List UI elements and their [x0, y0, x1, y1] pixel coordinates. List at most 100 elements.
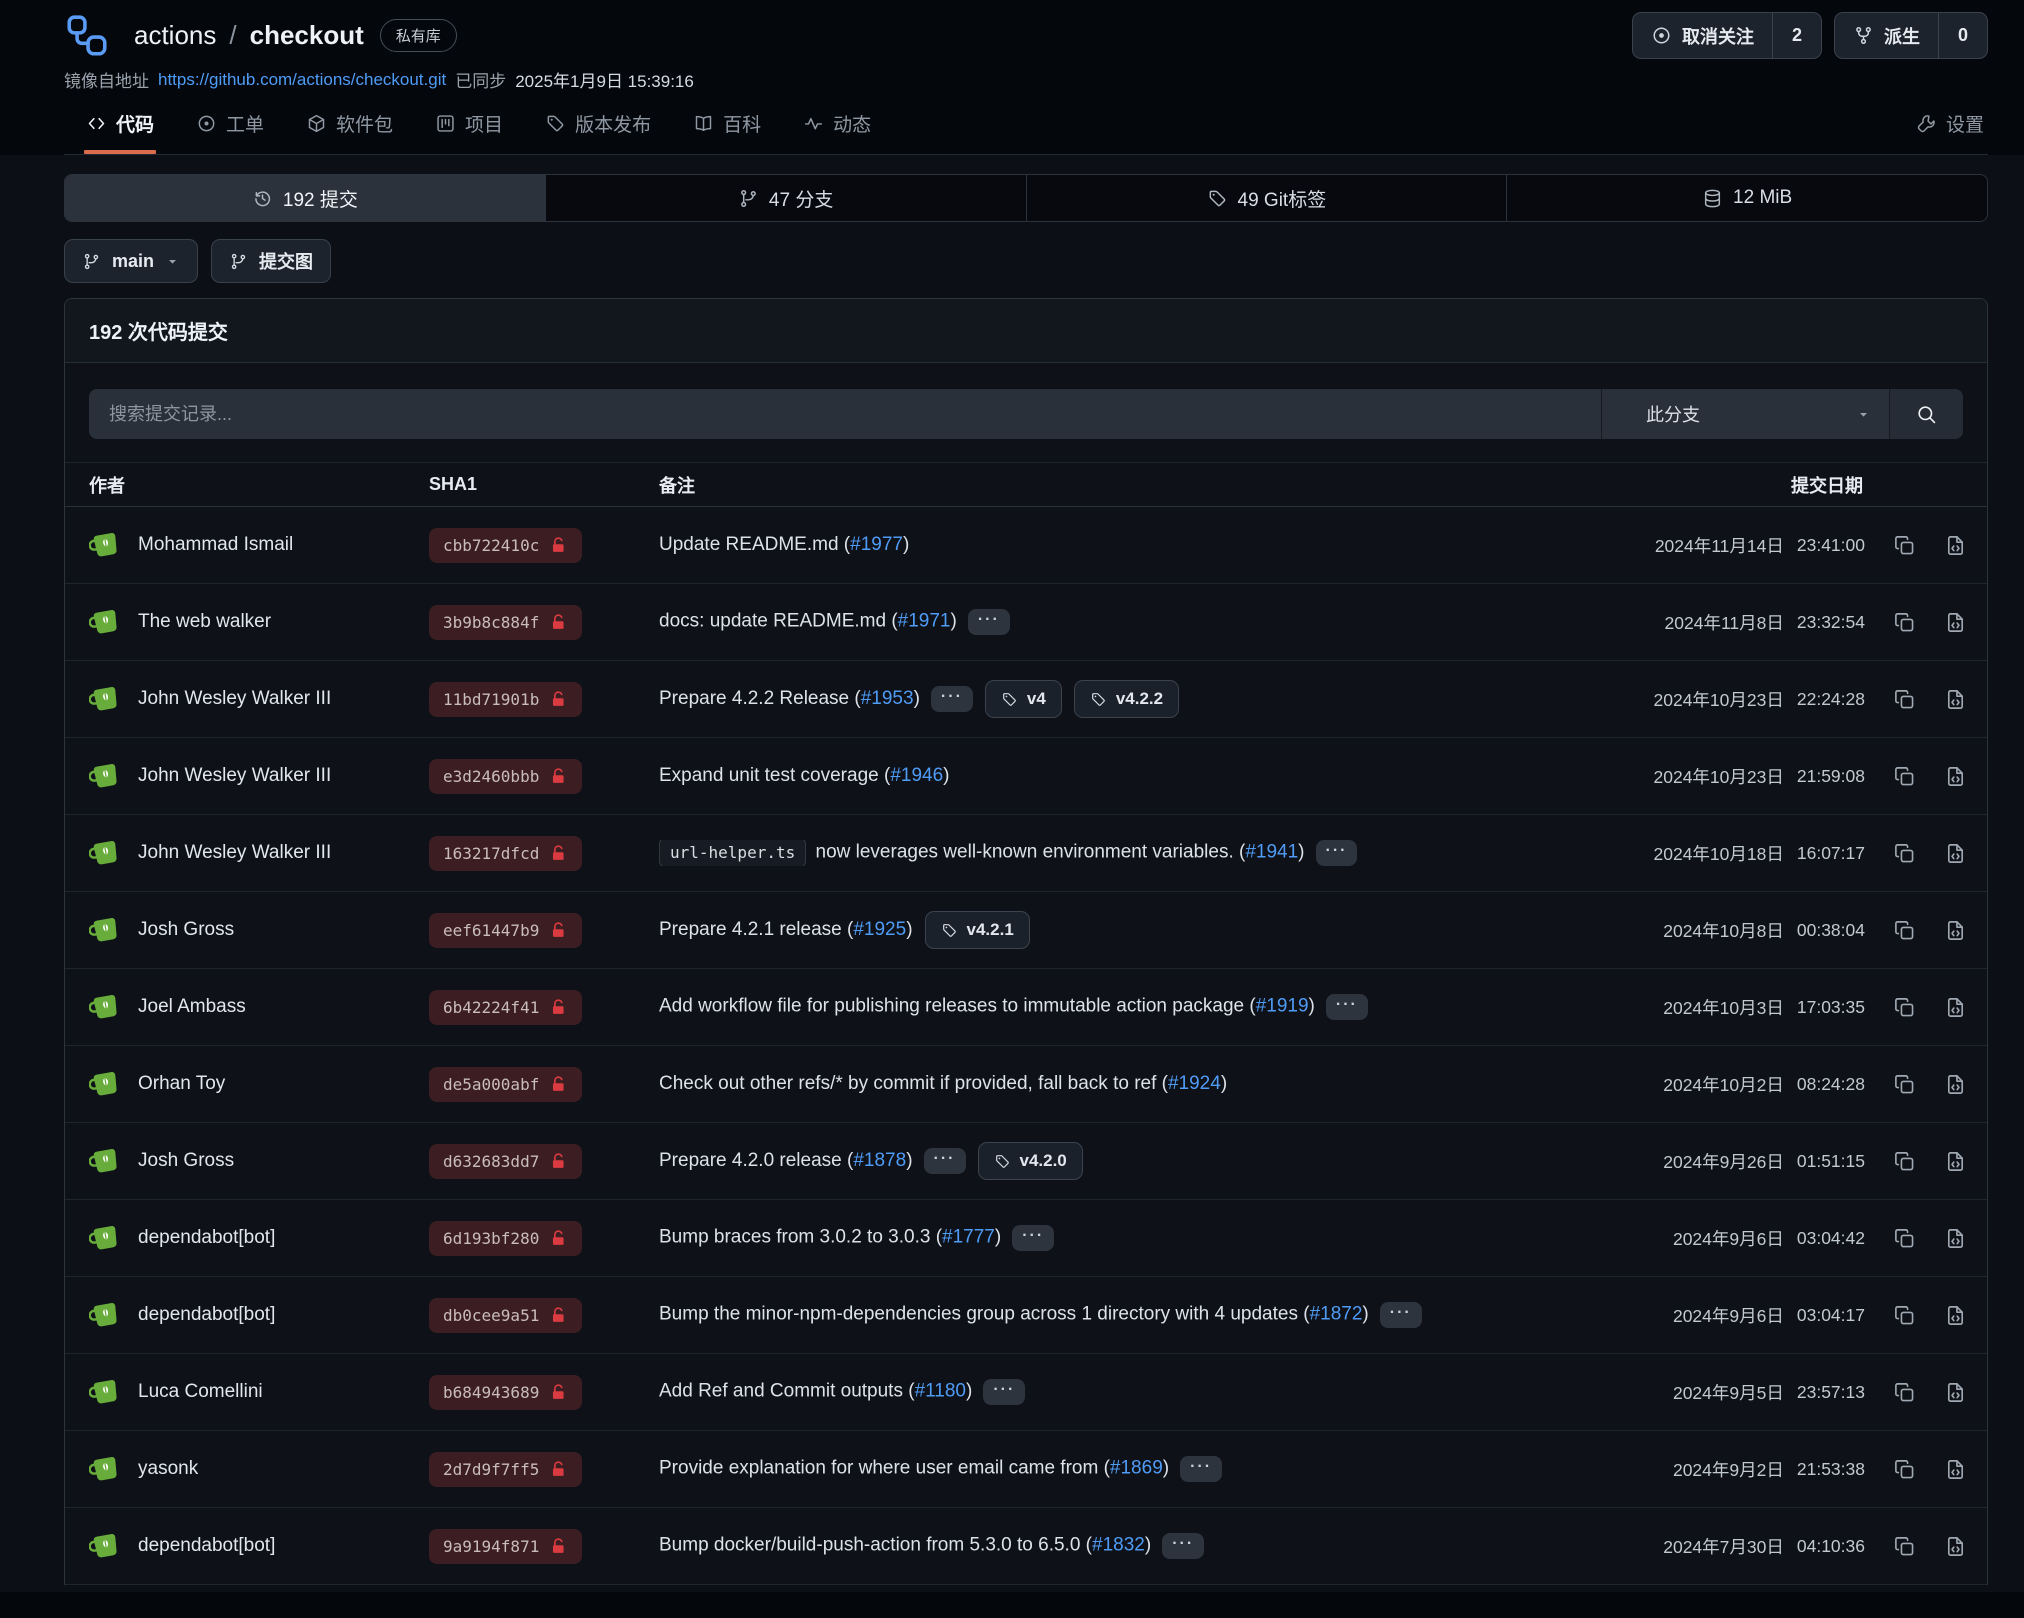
commit-graph-button[interactable]: 提交图	[211, 239, 331, 283]
fork-button[interactable]: 派生 0	[1834, 12, 1988, 59]
copy-sha-button[interactable]	[1893, 688, 1916, 711]
copy-sha-button[interactable]	[1893, 1535, 1916, 1558]
commit-author-name[interactable]: Mohammad Ismail	[138, 534, 293, 556]
pr-link[interactable]: #1953	[861, 688, 914, 709]
stat-segment[interactable]: 192 提交	[65, 175, 546, 221]
copy-sha-button[interactable]	[1893, 611, 1916, 634]
tab-百科[interactable]: 百科	[691, 96, 763, 154]
tab-settings[interactable]: 设置	[1914, 96, 1986, 154]
tab-项目[interactable]: 项目	[433, 96, 505, 154]
commit-author-name[interactable]: Joel Ambass	[138, 996, 246, 1018]
unwatch-button[interactable]: 取消关注 2	[1632, 12, 1822, 59]
commit-author-name[interactable]: Josh Gross	[138, 1150, 234, 1172]
copy-sha-button[interactable]	[1893, 765, 1916, 788]
browse-source-button[interactable]	[1944, 765, 1967, 788]
commit-author-name[interactable]: dependabot[bot]	[138, 1304, 275, 1326]
repo-owner-link[interactable]: actions	[134, 20, 216, 51]
copy-sha-button[interactable]	[1893, 842, 1916, 865]
tag-badge[interactable]: v4.2.2	[1074, 680, 1179, 718]
pr-link[interactable]: #1869	[1110, 1458, 1163, 1479]
commit-sha-link[interactable]: 3b9b8c884f	[429, 605, 582, 640]
commit-sha-link[interactable]: de5a000abf	[429, 1067, 582, 1102]
commit-author-name[interactable]: dependabot[bot]	[138, 1227, 275, 1249]
avatar[interactable]	[89, 836, 123, 870]
browse-source-button[interactable]	[1944, 688, 1967, 711]
commit-author-name[interactable]: Orhan Toy	[138, 1073, 225, 1095]
pr-link[interactable]: #1919	[1256, 996, 1309, 1017]
commit-sha-link[interactable]: cbb722410c	[429, 528, 582, 563]
browse-source-button[interactable]	[1944, 1150, 1967, 1173]
tab-动态[interactable]: 动态	[801, 96, 873, 154]
tag-badge[interactable]: v4.2.1	[925, 911, 1030, 949]
search-button[interactable]	[1889, 389, 1963, 439]
commit-author-name[interactable]: John Wesley Walker III	[138, 688, 331, 710]
stat-segment[interactable]: 12 MiB	[1507, 175, 1987, 221]
expand-message-button[interactable]: ···	[924, 1148, 966, 1173]
tab-工单[interactable]: 工单	[194, 96, 266, 154]
stat-segment[interactable]: 47 分支	[546, 175, 1027, 221]
commit-author-name[interactable]: John Wesley Walker III	[138, 842, 331, 864]
pr-link[interactable]: #1832	[1092, 1535, 1145, 1556]
commit-sha-link[interactable]: 11bd71901b	[429, 682, 582, 717]
commit-author-name[interactable]: John Wesley Walker III	[138, 765, 331, 787]
branch-filter-dropdown[interactable]: 此分支	[1601, 389, 1889, 439]
tab-代码[interactable]: 代码	[84, 96, 156, 154]
browse-source-button[interactable]	[1944, 996, 1967, 1019]
commit-sha-link[interactable]: 9a9194f871	[429, 1529, 582, 1564]
copy-sha-button[interactable]	[1893, 534, 1916, 557]
browse-source-button[interactable]	[1944, 1073, 1967, 1096]
browse-source-button[interactable]	[1944, 1304, 1967, 1327]
commit-author-name[interactable]: Josh Gross	[138, 919, 234, 941]
stat-segment[interactable]: 49 Git标签	[1027, 175, 1508, 221]
commit-sha-link[interactable]: d632683dd7	[429, 1144, 582, 1179]
tab-软件包[interactable]: 软件包	[304, 96, 395, 154]
commit-author-name[interactable]: The web walker	[138, 611, 271, 633]
tag-badge[interactable]: v4	[985, 680, 1062, 718]
copy-sha-button[interactable]	[1893, 1381, 1916, 1404]
avatar[interactable]	[89, 1298, 123, 1332]
pr-link[interactable]: #1924	[1168, 1073, 1221, 1094]
pr-link[interactable]: #1946	[890, 765, 943, 786]
tag-badge[interactable]: v4.2.0	[978, 1142, 1083, 1180]
commit-author-name[interactable]: Luca Comellini	[138, 1381, 263, 1403]
pr-link[interactable]: #1878	[853, 1150, 906, 1171]
commit-sha-link[interactable]: e3d2460bbb	[429, 759, 582, 794]
browse-source-button[interactable]	[1944, 919, 1967, 942]
avatar[interactable]	[89, 913, 123, 947]
copy-sha-button[interactable]	[1893, 996, 1916, 1019]
expand-message-button[interactable]: ···	[968, 609, 1010, 634]
search-commits-input[interactable]	[89, 389, 1601, 439]
browse-source-button[interactable]	[1944, 611, 1967, 634]
repo-name-link[interactable]: checkout	[250, 20, 364, 51]
forks-count[interactable]: 0	[1938, 13, 1987, 58]
pr-link[interactable]: #1977	[850, 534, 903, 555]
tab-版本发布[interactable]: 版本发布	[543, 96, 653, 154]
expand-message-button[interactable]: ···	[1316, 840, 1358, 865]
avatar[interactable]	[89, 1375, 123, 1409]
branch-selector[interactable]: main	[64, 239, 198, 283]
commit-sha-link[interactable]: eef61447b9	[429, 913, 582, 948]
expand-message-button[interactable]: ···	[931, 686, 973, 711]
pr-link[interactable]: #1180	[915, 1381, 966, 1402]
avatar[interactable]	[89, 1452, 123, 1486]
pr-link[interactable]: #1777	[942, 1227, 995, 1248]
expand-message-button[interactable]: ···	[983, 1379, 1025, 1404]
browse-source-button[interactable]	[1944, 1227, 1967, 1250]
commit-sha-link[interactable]: 2d7d9f7ff5	[429, 1452, 582, 1487]
avatar[interactable]	[89, 1529, 123, 1563]
browse-source-button[interactable]	[1944, 1458, 1967, 1481]
copy-sha-button[interactable]	[1893, 1304, 1916, 1327]
browse-source-button[interactable]	[1944, 534, 1967, 557]
copy-sha-button[interactable]	[1893, 1458, 1916, 1481]
copy-sha-button[interactable]	[1893, 1227, 1916, 1250]
expand-message-button[interactable]: ···	[1380, 1302, 1422, 1327]
avatar[interactable]	[89, 682, 123, 716]
avatar[interactable]	[89, 605, 123, 639]
commit-sha-link[interactable]: 163217dfcd	[429, 836, 582, 871]
browse-source-button[interactable]	[1944, 1535, 1967, 1558]
copy-sha-button[interactable]	[1893, 1150, 1916, 1173]
watchers-count[interactable]: 2	[1772, 13, 1821, 58]
pr-link[interactable]: #1925	[853, 919, 906, 940]
commit-sha-link[interactable]: db0cee9a51	[429, 1298, 582, 1333]
copy-sha-button[interactable]	[1893, 919, 1916, 942]
